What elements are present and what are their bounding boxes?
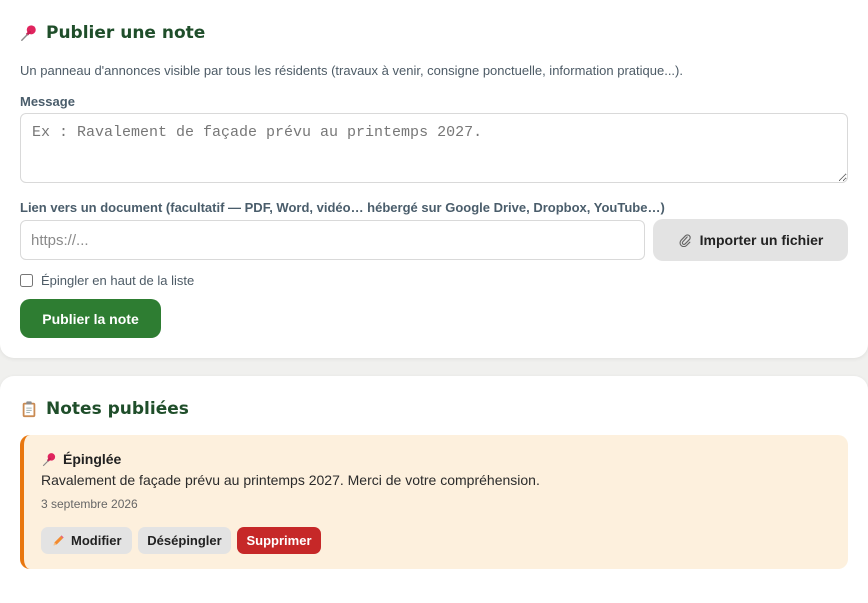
pencil-icon bbox=[51, 534, 65, 548]
edit-note-button[interactable]: Modifier bbox=[41, 527, 132, 554]
pin-checkbox[interactable] bbox=[20, 274, 33, 287]
pin-option[interactable]: Épingler en haut de la liste bbox=[20, 273, 194, 288]
published-notes-title: Notes publiées bbox=[46, 399, 189, 419]
message-textarea[interactable] bbox=[20, 113, 848, 183]
publish-description: Un panneau d'annonces visible par tous l… bbox=[20, 63, 683, 78]
import-file-button[interactable]: Importer un fichier bbox=[653, 219, 848, 261]
note-actions: Modifier Désépingler Supprimer bbox=[41, 527, 321, 554]
message-label: Message bbox=[20, 94, 75, 109]
published-notes-heading: Notes publiées bbox=[20, 399, 189, 419]
delete-note-button[interactable]: Supprimer bbox=[237, 527, 321, 554]
unpin-note-button[interactable]: Désépingler bbox=[138, 527, 231, 554]
document-link-input[interactable] bbox=[20, 220, 645, 260]
note-item: Épinglée Ravalement de façade prévu au p… bbox=[20, 435, 848, 569]
published-notes-card: Notes publiées Épinglée Ravalement de fa… bbox=[0, 376, 868, 603]
publish-note-button[interactable]: Publier la note bbox=[20, 299, 161, 338]
note-date: 3 septembre 2026 bbox=[41, 497, 138, 511]
publish-note-title: Publier une note bbox=[46, 23, 206, 43]
import-file-label: Importer un fichier bbox=[699, 232, 824, 248]
edit-note-label: Modifier bbox=[71, 533, 122, 548]
pinned-badge: Épinglée bbox=[42, 451, 121, 467]
pushpin-icon bbox=[42, 452, 57, 467]
note-text: Ravalement de façade prévu au printemps … bbox=[41, 472, 540, 488]
publish-note-card: Publier une note Un panneau d'annonces v… bbox=[0, 0, 868, 358]
paperclip-icon bbox=[678, 233, 692, 247]
pushpin-icon bbox=[20, 24, 38, 42]
document-link-label: Lien vers un document (facultatif — PDF,… bbox=[20, 200, 665, 215]
clipboard-icon bbox=[20, 400, 38, 418]
pin-checkbox-label: Épingler en haut de la liste bbox=[41, 273, 195, 288]
pinned-badge-label: Épinglée bbox=[63, 451, 122, 467]
publish-note-heading: Publier une note bbox=[20, 23, 205, 43]
